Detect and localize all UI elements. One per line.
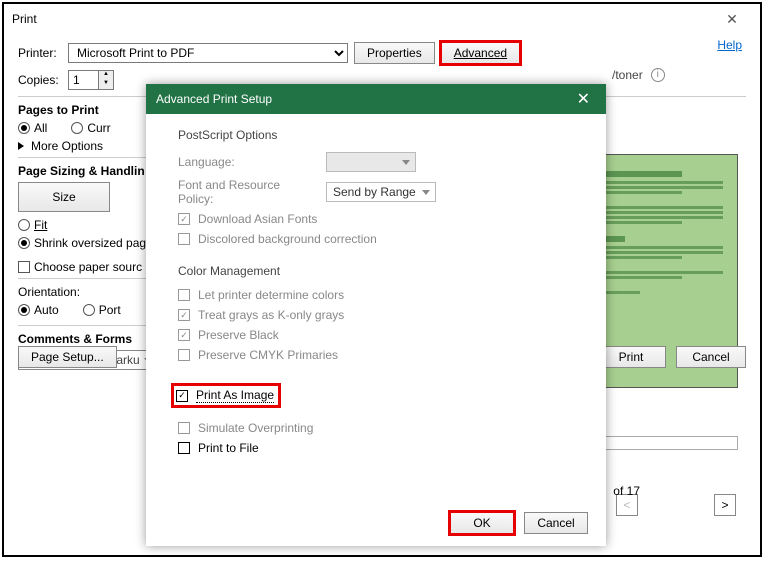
close-icon[interactable]: ✕ (712, 11, 752, 28)
let-printer-checkbox (178, 289, 190, 301)
language-select (326, 152, 416, 172)
page-of-label: of 17 (613, 484, 640, 498)
triangle-right-icon (18, 142, 24, 150)
treat-grays-checkbox (178, 309, 190, 321)
copies-spinner[interactable]: ▲▼ (68, 70, 114, 90)
simulate-overprinting-checkbox (178, 422, 190, 434)
dialog-ok-button[interactable]: OK (450, 512, 514, 534)
help-link[interactable]: Help (717, 38, 742, 52)
radio-current[interactable]: Curr (71, 121, 110, 135)
window-title: Print (12, 12, 712, 26)
cancel-button[interactable]: Cancel (676, 346, 746, 368)
spinner-down-icon[interactable]: ▼ (99, 80, 113, 89)
radio-portrait[interactable]: Port (83, 303, 121, 317)
radio-all[interactable]: All (18, 121, 47, 135)
print-as-image-checkbox[interactable] (176, 390, 188, 402)
printer-label: Printer: (18, 46, 62, 60)
preserve-black-checkbox (178, 329, 190, 341)
preview-next-button[interactable]: > (714, 494, 736, 516)
page-setup-button[interactable]: Page Setup... (18, 346, 117, 368)
dialog-close-icon[interactable]: ✕ (571, 89, 596, 109)
ink-toner-partial: /toner i (612, 68, 665, 82)
postscript-heading: PostScript Options (178, 128, 580, 142)
advanced-print-setup-dialog: Advanced Print Setup ✕ PostScript Option… (146, 84, 606, 546)
size-button[interactable]: Size (18, 182, 110, 212)
info-icon[interactable]: i (651, 68, 665, 82)
print-to-file-checkbox[interactable] (178, 442, 190, 454)
print-button[interactable]: Print (596, 346, 666, 368)
print-as-image-row[interactable]: Print As Image (174, 386, 278, 405)
preserve-cmyk-checkbox (178, 349, 190, 361)
title-bar: Print ✕ (4, 4, 760, 34)
copies-input[interactable] (68, 70, 98, 90)
discolored-checkbox (178, 233, 190, 245)
spinner-up-icon[interactable]: ▲ (99, 71, 113, 80)
download-asian-checkbox (178, 213, 190, 225)
dialog-title: Advanced Print Setup (156, 92, 272, 106)
copies-label: Copies: (18, 73, 62, 87)
advanced-button[interactable]: Advanced (441, 42, 520, 64)
font-policy-label: Font and Resource Policy: (178, 178, 318, 206)
radio-fit[interactable]: Fit (18, 218, 47, 232)
dialog-cancel-button[interactable]: Cancel (524, 512, 588, 534)
font-policy-select[interactable]: Send by Range (326, 182, 436, 202)
print-window: Print ✕ Help Printer: Microsoft Print to… (2, 2, 762, 557)
dialog-title-bar: Advanced Print Setup ✕ (146, 84, 606, 114)
printer-select[interactable]: Microsoft Print to PDF (68, 43, 348, 63)
language-label: Language: (178, 155, 318, 169)
properties-button[interactable]: Properties (354, 42, 435, 64)
radio-auto[interactable]: Auto (18, 303, 59, 317)
color-mgmt-heading: Color Management (178, 264, 580, 278)
